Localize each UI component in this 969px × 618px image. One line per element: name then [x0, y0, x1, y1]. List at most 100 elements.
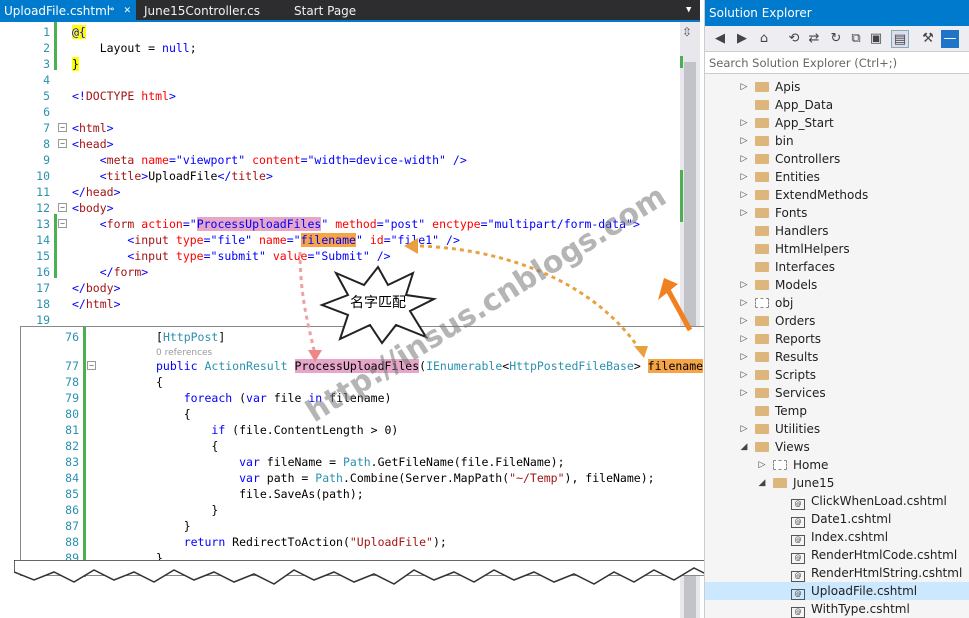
tree-item[interactable]: Temp	[705, 402, 969, 420]
chevron-right-icon[interactable]: ▷	[739, 330, 749, 348]
tree-item-label: Orders	[775, 314, 816, 328]
folder-icon	[755, 118, 769, 128]
tree-item[interactable]: ▷ Results	[705, 348, 969, 366]
cshtml-file-icon: @	[791, 499, 805, 510]
tree-item[interactable]: @ ClickWhenLoad.cshtml	[705, 492, 969, 510]
chevron-right-icon[interactable]: ▷	[739, 312, 749, 330]
collapse-all-icon[interactable]: ⧉	[847, 30, 865, 48]
tree-item-label: Models	[775, 278, 818, 292]
folder-icon	[755, 136, 769, 146]
folder-icon	[755, 424, 769, 434]
tree-item[interactable]: ▷ Orders	[705, 312, 969, 330]
tree-item[interactable]: HtmlHelpers	[705, 240, 969, 258]
home-icon[interactable]: ⌂	[755, 30, 773, 48]
folder-icon	[755, 154, 769, 164]
tree-item[interactable]: ▷ Reports	[705, 330, 969, 348]
solution-explorer-search-input[interactable]: Search Solution Explorer (Ctrl+;)	[705, 52, 969, 74]
tree-item-label: Reports	[775, 332, 822, 346]
chevron-right-icon[interactable]: ▷	[739, 132, 749, 150]
chevron-right-icon[interactable]: ▷	[739, 78, 749, 96]
tree-item-label: WithType.cshtml	[811, 602, 910, 616]
tree-item[interactable]: ▷ Utilities	[705, 420, 969, 438]
folder-icon	[755, 370, 769, 380]
tree-item[interactable]: ▷ Entities	[705, 168, 969, 186]
tree-item-label: Scripts	[775, 368, 817, 382]
back-icon[interactable]: ◀	[711, 30, 729, 48]
folder-icon	[755, 334, 769, 344]
tree-item[interactable]: Interfaces	[705, 258, 969, 276]
chevron-right-icon[interactable]: ▷	[739, 168, 749, 186]
tree-item[interactable]: @ WithType.cshtml	[705, 600, 969, 618]
sync-icon[interactable]: ⇄	[805, 30, 823, 48]
tree-item[interactable]: ▷ Apis	[705, 78, 969, 96]
excluded-folder-icon	[755, 298, 769, 308]
tree-item[interactable]: ◢ Views	[705, 438, 969, 456]
excluded-folder-icon	[773, 460, 787, 470]
solution-explorer-title: Solution Explorer	[705, 0, 969, 26]
tree-item[interactable]: ▷ bin	[705, 132, 969, 150]
tree-item-label: App_Start	[775, 116, 834, 130]
preview-icon[interactable]: ▤	[891, 30, 909, 48]
chevron-right-icon[interactable]: ▷	[739, 186, 749, 204]
tree-item[interactable]: ◢ June15	[705, 474, 969, 492]
folder-icon	[755, 406, 769, 416]
tree-item[interactable]: App_Data	[705, 96, 969, 114]
tree-item[interactable]: @ UploadFile.cshtml	[705, 582, 969, 600]
tree-item-label: Fonts	[775, 206, 808, 220]
properties-icon[interactable]: ⚒	[919, 30, 937, 48]
tree-item-label: Interfaces	[775, 260, 835, 274]
tree-item[interactable]: ▷ Controllers	[705, 150, 969, 168]
chevron-right-icon[interactable]: ▷	[739, 276, 749, 294]
tree-item[interactable]: @ Index.cshtml	[705, 528, 969, 546]
tree-item[interactable]: @ Date1.cshtml	[705, 510, 969, 528]
tree-item-label: RenderHtmlString.cshtml	[811, 566, 963, 580]
annotation-bubble-text: 名字匹配	[350, 295, 406, 311]
chevron-right-icon[interactable]: ▷	[739, 114, 749, 132]
folder-icon	[755, 82, 769, 92]
refresh-icon[interactable]: ↻	[827, 30, 845, 48]
history-icon[interactable]: ⟲	[785, 30, 803, 48]
show-all-files-icon[interactable]: ▣	[867, 30, 885, 48]
tree-item[interactable]: ▷ Models	[705, 276, 969, 294]
tree-item-label: Services	[775, 386, 826, 400]
tree-item[interactable]: Handlers	[705, 222, 969, 240]
tree-item-label: Home	[793, 458, 829, 472]
tree-item-label: RenderHtmlCode.cshtml	[811, 548, 958, 562]
chevron-right-icon[interactable]: ▷	[739, 150, 749, 168]
folder-icon	[755, 172, 769, 182]
chevron-right-icon[interactable]: ▷	[739, 420, 749, 438]
chevron-down-icon[interactable]: ◢	[757, 474, 767, 492]
tree-item-label: Date1.cshtml	[811, 512, 892, 526]
cshtml-file-icon: @	[791, 553, 805, 564]
folder-icon	[755, 352, 769, 362]
tree-item-label: obj	[775, 296, 794, 310]
tree-item[interactable]: @ RenderHtmlCode.cshtml	[705, 546, 969, 564]
vs-window: UploadFile.cshtml ⊸ ✕ June15Controller.c…	[0, 0, 969, 618]
tree-item[interactable]: ▷ ExtendMethods	[705, 186, 969, 204]
tree-item[interactable]: ▷ obj	[705, 294, 969, 312]
tree-item[interactable]: ▷ App_Start	[705, 114, 969, 132]
chevron-right-icon[interactable]: ▷	[739, 294, 749, 312]
chevron-right-icon[interactable]: ▷	[739, 366, 749, 384]
chevron-right-icon[interactable]: ▷	[739, 384, 749, 402]
tree-item[interactable]: ▷ Home	[705, 456, 969, 474]
folder-icon	[755, 208, 769, 218]
cshtml-file-icon: @	[791, 589, 805, 600]
tree-item[interactable]: @ RenderHtmlString.cshtml	[705, 564, 969, 582]
chevron-right-icon[interactable]: ▷	[739, 348, 749, 366]
chevron-right-icon[interactable]: ▷	[739, 204, 749, 222]
tree-item[interactable]: ▷ Fonts	[705, 204, 969, 222]
tree-item-label: Utilities	[775, 422, 821, 436]
tree-item-label: UploadFile.cshtml	[811, 584, 918, 598]
chevron-down-icon[interactable]: ◢	[739, 438, 749, 456]
forward-icon[interactable]: ▶	[733, 30, 751, 48]
folder-icon	[755, 244, 769, 254]
tree-item-label: Index.cshtml	[811, 530, 889, 544]
tree-item-label: Handlers	[775, 224, 829, 238]
tree-item-label: bin	[775, 134, 794, 148]
tree-item[interactable]: ▷ Scripts	[705, 366, 969, 384]
pin-icon[interactable]: —	[941, 30, 959, 48]
tree-item[interactable]: ▷ Services	[705, 384, 969, 402]
tree-item-label: Results	[775, 350, 819, 364]
chevron-right-icon[interactable]: ▷	[757, 456, 767, 474]
